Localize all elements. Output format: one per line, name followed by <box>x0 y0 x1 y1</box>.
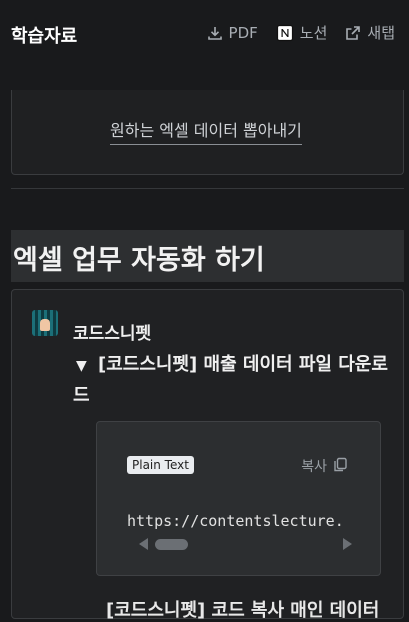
external-link-icon <box>345 25 361 41</box>
toggle-download-sales-data[interactable]: ▼ [코드스니펫] 매출 데이터 파일 다운로드 <box>73 350 391 410</box>
toggle-arrow-icon[interactable]: ▼ <box>76 352 98 381</box>
pdf-label: PDF <box>228 23 258 42</box>
snippet-author: 코드스니펫 <box>73 324 152 344</box>
code-block: Plain Text 복사 https://contentslecture. <box>96 421 381 576</box>
previous-section-card: 원하는 엑셀 데이터 뽑아내기 <box>11 90 404 175</box>
download-icon <box>207 25 223 41</box>
scroll-right-arrow-icon[interactable] <box>343 538 352 550</box>
page-title: 학습자료 <box>11 26 78 47</box>
copy-label: 복사 <box>301 459 327 475</box>
previous-section-link[interactable]: 원하는 엑셀 데이터 뽑아내기 <box>110 117 302 145</box>
snippet-card: 코드스니펫 ▼ [코드스니펫] 매출 데이터 파일 다운로드 Plain Text… <box>11 289 404 619</box>
code-text: https://contentslecture. <box>127 512 344 530</box>
copy-button[interactable]: 복사 <box>301 456 348 476</box>
pdf-download-button[interactable]: PDF <box>207 24 258 42</box>
notion-label: 노션 <box>299 24 328 42</box>
next-toggle-partial[interactable]: [코드스니펫] 코드 복사 매인 데이터 <box>106 596 379 622</box>
section-heading: 엑셀 업무 자동화 하기 <box>11 230 404 282</box>
notion-icon <box>276 24 294 42</box>
divider <box>11 188 404 189</box>
scroll-left-arrow-icon[interactable] <box>139 538 148 550</box>
horizontal-scrollbar-thumb[interactable] <box>155 539 188 550</box>
avatar <box>32 310 58 336</box>
notion-button[interactable]: 노션 <box>276 22 328 43</box>
new-tab-label: 새탭 <box>367 24 395 42</box>
header-actions: PDF 노션 새탭 <box>207 22 395 43</box>
top-bar: 학습자료 PDF 노션 새탭 <box>0 0 409 70</box>
toggle-title: [코드스니펫] 매출 데이터 파일 다운로드 <box>73 354 388 406</box>
code-language-badge: Plain Text <box>127 456 194 474</box>
copy-icon <box>333 457 348 476</box>
new-tab-button[interactable]: 새탭 <box>345 22 395 43</box>
